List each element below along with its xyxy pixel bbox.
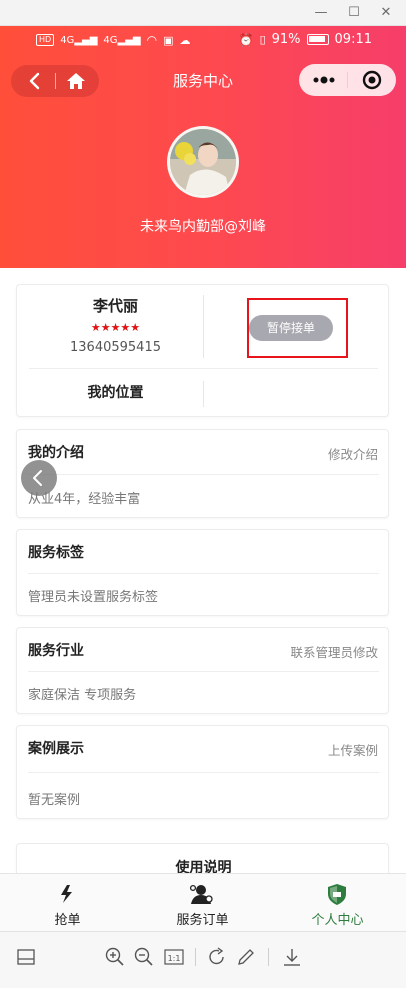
close-window-button[interactable]: ✕ xyxy=(377,4,395,22)
signal-4g-icon: 4G▂▄▆ xyxy=(103,34,141,46)
pencil-icon xyxy=(238,949,254,965)
section-title: 案例展示 xyxy=(28,741,84,757)
capsule-close-button[interactable] xyxy=(358,68,386,92)
zoom-out-icon xyxy=(134,947,153,966)
shield-icon xyxy=(328,884,346,905)
edit-intro-link[interactable]: 修改介绍 xyxy=(328,444,378,463)
vibrate-icon: ▯ xyxy=(259,33,266,46)
divider xyxy=(28,772,379,773)
download-icon xyxy=(284,949,300,966)
case-showcase-section: 案例展示 上传案例 暂无案例 xyxy=(16,725,389,819)
divider xyxy=(28,573,379,574)
bottom-tab-bar: 抢单 服务订单 个人中心 xyxy=(0,873,406,931)
cases-text: 暂无案例 xyxy=(28,793,81,808)
zoom-in-button[interactable] xyxy=(104,946,126,968)
divider xyxy=(203,295,204,358)
divider xyxy=(28,474,379,475)
worker-phone: 13640595415 xyxy=(70,340,161,355)
highlight-box xyxy=(247,298,348,358)
service-person-icon xyxy=(189,884,213,904)
divider xyxy=(29,368,378,369)
intro-section: 我的介绍 修改介绍 从业4年，经验丰富 xyxy=(16,429,389,518)
divider xyxy=(268,948,269,966)
hd-badge: HD xyxy=(36,34,55,46)
maximize-button[interactable]: ☐ xyxy=(345,4,363,22)
alarm-icon: ⏰ xyxy=(238,32,254,47)
target-circle-icon xyxy=(362,70,382,90)
window-titlebar: — ☐ ✕ xyxy=(0,0,406,26)
avatar-photo xyxy=(170,129,236,195)
rating-stars: ★★★★★ xyxy=(90,321,141,334)
tab-service-orders[interactable]: 服务订单 xyxy=(135,874,270,932)
panel-icon xyxy=(17,949,35,965)
tab-label: 服务订单 xyxy=(176,913,229,928)
viewer-toolbar: 1:1 xyxy=(0,931,406,988)
avatar[interactable] xyxy=(167,126,239,198)
wifi-icon: ◠ xyxy=(146,33,158,47)
zoom-out-button[interactable] xyxy=(133,946,155,968)
tab-grab-order[interactable]: 抢单 xyxy=(0,874,135,932)
tab-label: 抢单 xyxy=(54,913,81,928)
actual-size-icon: 1:1 xyxy=(164,949,184,965)
cloud-icon: ☁ xyxy=(179,33,191,47)
divider xyxy=(203,381,204,407)
chevron-left-icon xyxy=(33,470,42,486)
more-button[interactable] xyxy=(309,68,339,92)
svg-text:1:1: 1:1 xyxy=(168,954,181,963)
clock-time: 09:11 xyxy=(334,32,372,47)
service-industry-section: 服务行业 联系管理员修改 家庭保洁 专项服务 xyxy=(16,627,389,714)
floating-back-button[interactable] xyxy=(21,460,57,496)
contact-admin-link[interactable]: 联系管理员修改 xyxy=(290,642,378,661)
section-title: 服务标签 xyxy=(28,545,84,561)
lightning-icon xyxy=(61,885,72,903)
service-tags-section: 服务标签 管理员未设置服务标签 xyxy=(16,529,389,616)
signal-4g-icon: 4G▂▄▆ xyxy=(60,34,98,46)
phone-status-bar: HD 4G▂▄▆ 4G▂▄▆ ◠ ▣ ☁ ⏰ ▯ 91% 09:11 xyxy=(0,26,406,56)
industry-text: 家庭保洁 专项服务 xyxy=(28,688,137,703)
section-title: 服务行业 xyxy=(28,643,84,659)
download-button[interactable] xyxy=(281,946,303,968)
tags-text: 管理员未设置服务标签 xyxy=(28,590,159,605)
worker-info-card: 李代丽 ★★★★★ 13640595415 暂停接单 我的位置 xyxy=(16,284,389,417)
rotate-icon xyxy=(209,947,224,965)
notification-icon: ▣ xyxy=(163,33,174,47)
worker-name: 李代丽 xyxy=(92,297,138,315)
fit-view-button[interactable] xyxy=(15,946,37,968)
upload-case-link[interactable]: 上传案例 xyxy=(328,740,378,759)
miniprogram-capsule xyxy=(299,64,396,96)
edit-button[interactable] xyxy=(235,946,257,968)
actual-size-button[interactable]: 1:1 xyxy=(163,946,185,968)
battery-percent: 91% xyxy=(271,32,301,47)
divider xyxy=(28,671,379,672)
divider xyxy=(195,948,196,966)
section-title: 我的介绍 xyxy=(28,445,84,461)
tab-label: 个人中心 xyxy=(311,913,364,928)
rotate-button[interactable] xyxy=(206,946,228,968)
my-location-label: 我的位置 xyxy=(87,385,144,401)
zoom-in-icon xyxy=(105,947,124,966)
profile-nickname: 未来鸟内勤部@刘峰 xyxy=(140,219,266,235)
header-area: HD 4G▂▄▆ 4G▂▄▆ ◠ ▣ ☁ ⏰ ▯ 91% 09:11 服务中心 xyxy=(0,26,406,268)
tab-personal-center[interactable]: 个人中心 xyxy=(270,874,405,932)
battery-icon xyxy=(306,34,329,45)
minimize-button[interactable]: — xyxy=(312,4,330,22)
more-dots-icon xyxy=(313,76,335,84)
